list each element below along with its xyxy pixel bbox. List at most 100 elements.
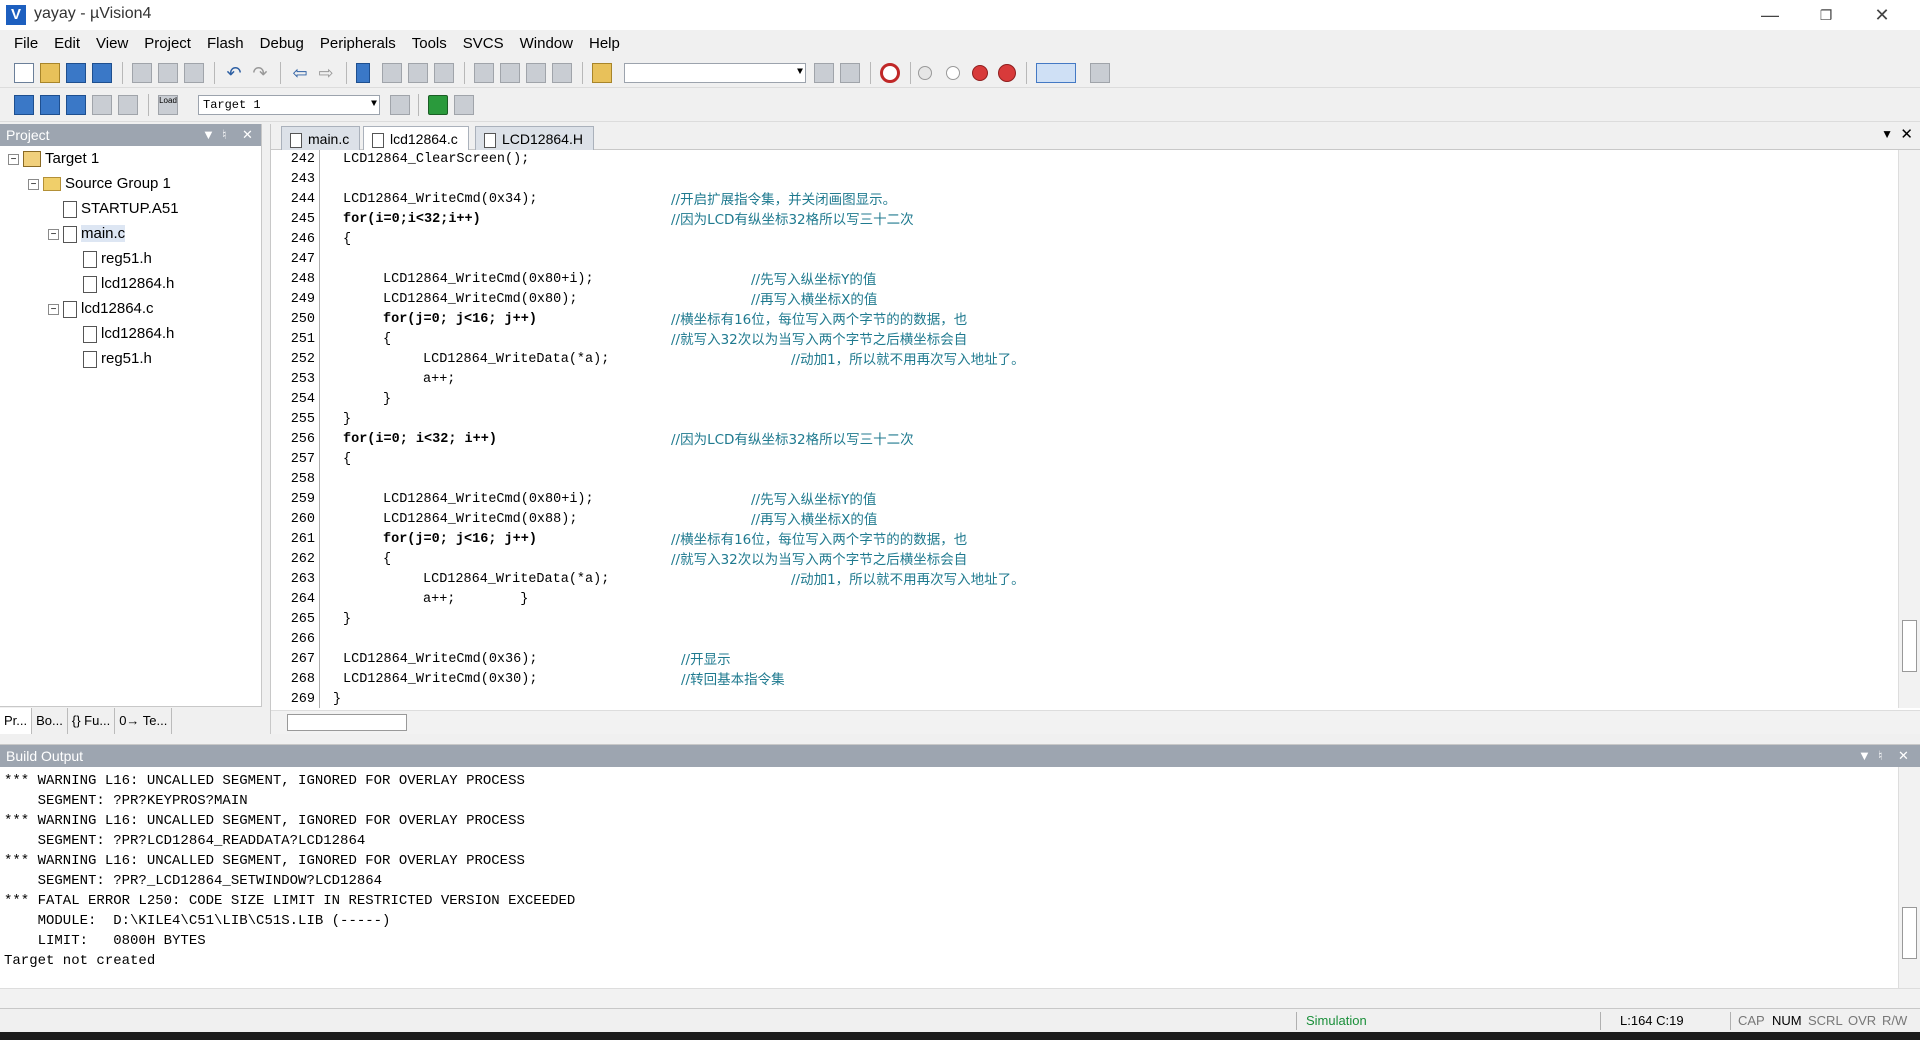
- chevron-down-icon[interactable]: ▼: [1858, 745, 1871, 767]
- target-select[interactable]: Target 1 ▼: [198, 95, 380, 115]
- close-icon[interactable]: ✕: [242, 124, 253, 146]
- redo-icon[interactable]: ↷: [250, 63, 270, 83]
- navigate-back-icon[interactable]: ⇦: [290, 63, 310, 83]
- menu-item-file[interactable]: File: [6, 30, 46, 58]
- code-view[interactable]: 242 LCD12864_ClearScreen(); 243 244 LCD12864…: [271, 150, 1891, 708]
- translate-icon[interactable]: [14, 95, 34, 115]
- code-text: for(i=0; i<32; i++): [343, 432, 497, 447]
- close-icon[interactable]: ✕: [1854, 0, 1910, 30]
- menu-item-window[interactable]: Window: [512, 30, 581, 58]
- build-vertical-scrollbar[interactable]: [1898, 767, 1920, 989]
- find-replace-icon[interactable]: [840, 63, 860, 83]
- tab-books[interactable]: Bo...: [32, 708, 68, 734]
- disable-breakpoints-icon[interactable]: [972, 65, 988, 81]
- unindent-icon[interactable]: [500, 63, 520, 83]
- kill-breakpoints-icon[interactable]: [998, 64, 1016, 82]
- manage-components-icon[interactable]: [428, 95, 448, 115]
- file-icon: [63, 300, 77, 318]
- indent-icon[interactable]: [474, 63, 494, 83]
- menu-item-project[interactable]: Project: [136, 30, 199, 58]
- collapse-toggle-icon[interactable]: −: [28, 178, 39, 190]
- uncomment-icon[interactable]: [552, 63, 572, 83]
- tab-project[interactable]: Pr...: [0, 708, 33, 734]
- select-device-icon[interactable]: [454, 95, 474, 115]
- menu-item-svcs[interactable]: SVCS: [455, 30, 512, 58]
- minimize-icon[interactable]: —: [1742, 0, 1798, 30]
- collapse-toggle-icon[interactable]: −: [8, 153, 19, 165]
- menu-item-tools[interactable]: Tools: [404, 30, 455, 58]
- tree-node[interactable]: reg51.h: [68, 348, 152, 370]
- tab-templates[interactable]: 0→ Te...: [115, 708, 173, 734]
- menu-item-flash[interactable]: Flash: [199, 30, 252, 58]
- tree-node[interactable]: STARTUP.A51: [48, 198, 179, 220]
- enable-breakpoint-icon[interactable]: [946, 66, 960, 80]
- save-all-icon[interactable]: [92, 63, 112, 83]
- editor-tab[interactable]: main.c: [281, 126, 361, 150]
- undo-icon[interactable]: ↶: [224, 63, 244, 83]
- scroll-thumb[interactable]: [287, 714, 407, 731]
- pin-icon[interactable]: ♮: [1878, 745, 1883, 767]
- tree-node[interactable]: − Source Group 1: [28, 173, 171, 195]
- code-comment: //就写入32次以为当写入两个字节之后横坐标会自: [671, 332, 968, 348]
- prev-bookmark-icon[interactable]: [382, 63, 402, 83]
- incremental-find-icon[interactable]: [814, 63, 834, 83]
- window-layout-icon[interactable]: [1036, 63, 1076, 83]
- tree-node[interactable]: − Target 1: [8, 148, 99, 170]
- next-bookmark-icon[interactable]: [408, 63, 428, 83]
- insert-breakpoint-icon[interactable]: [918, 66, 932, 80]
- chevron-down-icon[interactable]: ▼: [1881, 127, 1893, 141]
- folder-icon: [43, 177, 61, 192]
- scroll-thumb[interactable]: [1902, 620, 1917, 672]
- editor-horizontal-scrollbar[interactable]: [271, 710, 1920, 734]
- debug-session-icon[interactable]: [880, 63, 900, 83]
- chevron-down-icon[interactable]: ▼: [202, 124, 215, 146]
- find-combo[interactable]: ▼: [624, 63, 806, 83]
- navigate-forward-icon[interactable]: ⇨: [316, 63, 336, 83]
- menu-item-help[interactable]: Help: [581, 30, 628, 58]
- bookmark-icon[interactable]: [356, 63, 370, 83]
- cut-icon[interactable]: [132, 63, 152, 83]
- tab-functions[interactable]: {} Fu...: [68, 708, 116, 734]
- copy-icon[interactable]: [158, 63, 178, 83]
- tree-node[interactable]: lcd12864.h: [68, 323, 174, 345]
- menu-item-view[interactable]: View: [88, 30, 136, 58]
- target-options-icon[interactable]: [390, 95, 410, 115]
- restore-icon[interactable]: ❐: [1798, 0, 1854, 30]
- tree-node[interactable]: − main.c: [48, 223, 126, 245]
- paste-icon[interactable]: [184, 63, 204, 83]
- clear-bookmarks-icon[interactable]: [434, 63, 454, 83]
- configure-icon[interactable]: [1090, 63, 1110, 83]
- editor-tab[interactable]: LCD12864.H: [475, 126, 594, 150]
- collapse-toggle-icon[interactable]: −: [48, 303, 59, 315]
- line-number: 246: [290, 232, 315, 247]
- tree-node[interactable]: − lcd12864.c: [48, 298, 154, 320]
- main-toolbar: ↶ ↷ ⇦ ⇨ ▼: [0, 58, 1920, 88]
- caps-lock-indicator: CAP: [1738, 1013, 1765, 1028]
- new-file-icon[interactable]: [14, 63, 34, 83]
- open-folder-icon[interactable]: [40, 63, 60, 83]
- save-icon[interactable]: [66, 63, 86, 83]
- close-icon[interactable]: ✕: [1900, 125, 1913, 143]
- menu-item-peripherals[interactable]: Peripherals: [312, 30, 404, 58]
- find-in-files-icon[interactable]: [592, 63, 612, 83]
- pin-icon[interactable]: ♮: [222, 124, 227, 146]
- close-icon[interactable]: ✕: [1898, 745, 1909, 767]
- comment-icon[interactable]: [526, 63, 546, 83]
- stop-build-icon[interactable]: [118, 95, 138, 115]
- scroll-thumb[interactable]: [1902, 907, 1917, 959]
- code-line: 242 LCD12864_ClearScreen();: [271, 150, 1871, 170]
- editor-vertical-scrollbar[interactable]: [1898, 150, 1920, 708]
- tree-node[interactable]: reg51.h: [68, 248, 152, 270]
- tree-node[interactable]: lcd12864.h: [68, 273, 174, 295]
- load-icon[interactable]: Load: [158, 95, 178, 115]
- build-icon[interactable]: [40, 95, 60, 115]
- batch-build-icon[interactable]: [92, 95, 112, 115]
- code-line: 266: [271, 630, 1871, 650]
- menu-item-edit[interactable]: Edit: [46, 30, 88, 58]
- editor-tab-label: LCD12864.H: [502, 131, 583, 147]
- menu-item-debug[interactable]: Debug: [252, 30, 312, 58]
- collapse-toggle-icon[interactable]: −: [48, 228, 59, 240]
- build-output-text[interactable]: *** WARNING L16: UNCALLED SEGMENT, IGNOR…: [4, 771, 575, 971]
- rebuild-icon[interactable]: [66, 95, 86, 115]
- editor-tab[interactable]: lcd12864.c: [363, 126, 469, 150]
